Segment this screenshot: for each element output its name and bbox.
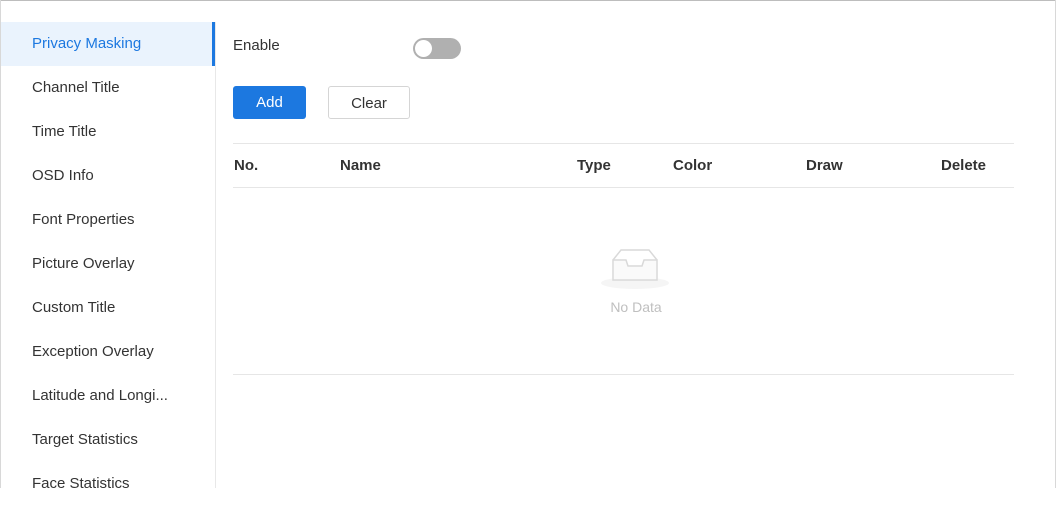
sidebar-menu: Privacy Masking Channel Title Time Title… [1,22,215,506]
column-header-color: Color [673,157,713,174]
sidebar-item-exception-overlay[interactable]: Exception Overlay [1,330,215,374]
column-header-no: No. [234,157,259,174]
column-header-type: Type [577,157,611,174]
empty-state-text: No Data [610,299,662,315]
sidebar-item-channel-title[interactable]: Channel Title [1,66,215,110]
sidebar-divider [215,22,216,488]
toggle-knob [415,40,432,57]
table-header-rule [233,187,1014,188]
sidebar-item-picture-overlay[interactable]: Picture Overlay [1,242,215,286]
table-top-rule [233,143,1014,144]
table-bottom-rule [233,374,1014,375]
sidebar-item-time-title[interactable]: Time Title [1,110,215,154]
sidebar-item-latitude-longitude[interactable]: Latitude and Longi... [1,374,215,418]
sidebar-item-target-statistics[interactable]: Target Statistics [1,418,215,462]
clear-button[interactable]: Clear [328,86,410,119]
sidebar-item-font-properties[interactable]: Font Properties [1,198,215,242]
sidebar-item-osd-info[interactable]: OSD Info [1,154,215,198]
inbox-icon [601,249,669,289]
column-header-draw: Draw [806,157,843,174]
add-button[interactable]: Add [233,86,306,119]
column-header-delete: Delete [941,157,987,174]
top-border [0,0,1056,1]
enable-toggle[interactable] [413,38,461,59]
sidebar-item-privacy-masking[interactable]: Privacy Masking [1,22,215,66]
sidebar-item-custom-title[interactable]: Custom Title [1,286,215,330]
column-header-name: Name [340,157,381,174]
sidebar-item-face-statistics[interactable]: Face Statistics [1,462,215,506]
enable-label: Enable [233,37,280,54]
